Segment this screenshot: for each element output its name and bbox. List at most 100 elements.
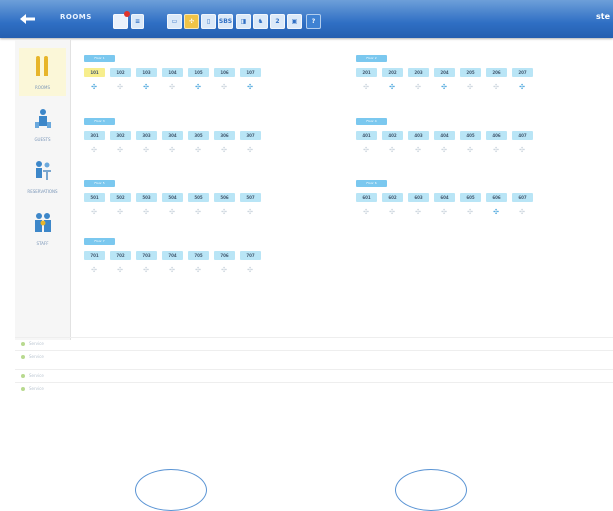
fan-icon[interactable]: ✣ xyxy=(518,146,526,154)
room-tile[interactable]: 106 xyxy=(214,68,235,77)
help-icon[interactable]: ? xyxy=(306,14,321,29)
floor-label[interactable]: Floor 2 xyxy=(356,55,387,62)
fan-icon[interactable]: ✣ xyxy=(246,146,254,154)
user-name[interactable]: ste xyxy=(596,12,610,21)
room-tile[interactable]: 203 xyxy=(408,68,429,77)
fan-icon[interactable]: ✣ xyxy=(194,146,202,154)
list-item[interactable]: Service xyxy=(15,369,613,383)
sbs-icon[interactable]: SBS xyxy=(218,14,233,29)
fan-icon[interactable]: ✣ xyxy=(142,146,150,154)
floor-label[interactable]: Floor 3 xyxy=(84,118,115,125)
room-tile[interactable]: 104 xyxy=(162,68,183,77)
list-icon[interactable]: ≡ xyxy=(131,14,144,29)
room-tile[interactable]: 304 xyxy=(162,131,183,140)
fan-icon[interactable]: ✣ xyxy=(492,83,500,91)
room-tile[interactable]: 306 xyxy=(214,131,235,140)
room-tile[interactable]: 107 xyxy=(240,68,261,77)
door-icon[interactable]: ▯ xyxy=(201,14,216,29)
room-tile[interactable]: 607 xyxy=(512,193,533,202)
sidebar-item-guests[interactable]: GUESTS xyxy=(19,100,66,148)
room-tile[interactable]: 703 xyxy=(136,251,157,260)
room-tile[interactable]: 706 xyxy=(214,251,235,260)
fan-icon[interactable]: ✣ xyxy=(518,83,526,91)
fan-icon[interactable]: ✣ xyxy=(90,83,98,91)
back-arrow-icon[interactable] xyxy=(20,14,36,24)
fan-icon[interactable]: ✣ xyxy=(90,266,98,274)
floor-label[interactable]: Floor 6 xyxy=(356,180,387,187)
fan-icon[interactable]: ✣ xyxy=(440,146,448,154)
room-tile[interactable]: 101 xyxy=(84,68,105,77)
room-tile[interactable]: 702 xyxy=(110,251,131,260)
alert-icon[interactable] xyxy=(113,11,130,29)
fan-icon[interactable]: ✣ xyxy=(220,208,228,216)
fan-icon[interactable]: ✣ xyxy=(168,146,176,154)
room-tile[interactable]: 505 xyxy=(188,193,209,202)
room-tile[interactable]: 503 xyxy=(136,193,157,202)
room-tile[interactable]: 307 xyxy=(240,131,261,140)
fan-icon[interactable]: ✣ xyxy=(142,83,150,91)
fan-icon[interactable]: ✣ xyxy=(440,83,448,91)
fan-icon[interactable]: ✣ xyxy=(168,208,176,216)
fan-icon[interactable]: ✣ xyxy=(116,146,124,154)
room-tile[interactable]: 103 xyxy=(136,68,157,77)
display-icon[interactable]: ▣ xyxy=(287,14,302,29)
room-tile[interactable]: 701 xyxy=(84,251,105,260)
fan-icon[interactable]: ✣ xyxy=(414,208,422,216)
fan-icon[interactable]: ✣ xyxy=(116,208,124,216)
fan-icon[interactable]: ✣ xyxy=(466,83,474,91)
floor-label[interactable]: Floor 5 xyxy=(84,180,115,187)
fan-icon[interactable]: ✣ xyxy=(492,146,500,154)
fan-icon[interactable]: ✣ xyxy=(388,83,396,91)
fan-icon[interactable]: ✣ xyxy=(184,14,199,29)
fan-icon[interactable]: ✣ xyxy=(142,208,150,216)
room-tile[interactable]: 407 xyxy=(512,131,533,140)
number-icon[interactable]: 2 xyxy=(270,14,285,29)
fan-icon[interactable]: ✣ xyxy=(90,208,98,216)
fan-icon[interactable]: ✣ xyxy=(518,208,526,216)
sidebar-item-rooms[interactable]: ROOMS xyxy=(19,48,66,96)
room-tile[interactable]: 504 xyxy=(162,193,183,202)
room-tile[interactable]: 202 xyxy=(382,68,403,77)
room-tile[interactable]: 507 xyxy=(240,193,261,202)
person-icon[interactable]: ♞ xyxy=(253,14,268,29)
fan-icon[interactable]: ✣ xyxy=(168,83,176,91)
room-tile[interactable]: 302 xyxy=(110,131,131,140)
room-tile[interactable]: 605 xyxy=(460,193,481,202)
fan-icon[interactable]: ✣ xyxy=(246,83,254,91)
fan-icon[interactable]: ✣ xyxy=(246,266,254,274)
fan-icon[interactable]: ✣ xyxy=(414,146,422,154)
fan-icon[interactable]: ✣ xyxy=(362,146,370,154)
fan-icon[interactable]: ✣ xyxy=(220,266,228,274)
room-tile[interactable]: 602 xyxy=(382,193,403,202)
room-tile[interactable]: 204 xyxy=(434,68,455,77)
room-tile[interactable]: 707 xyxy=(240,251,261,260)
room-tile[interactable]: 201 xyxy=(356,68,377,77)
list-item[interactable]: Service xyxy=(15,382,613,396)
room-tile[interactable]: 506 xyxy=(214,193,235,202)
fan-icon[interactable]: ✣ xyxy=(194,266,202,274)
room-tile[interactable]: 705 xyxy=(188,251,209,260)
sidebar-item-staff[interactable]: STAFF xyxy=(19,204,66,252)
fan-icon[interactable]: ✣ xyxy=(440,208,448,216)
fan-icon[interactable]: ✣ xyxy=(388,146,396,154)
room-tile[interactable]: 207 xyxy=(512,68,533,77)
room-tile[interactable]: 406 xyxy=(486,131,507,140)
fan-icon[interactable]: ✣ xyxy=(466,208,474,216)
room-tile[interactable]: 401 xyxy=(356,131,377,140)
fan-icon[interactable]: ✣ xyxy=(362,83,370,91)
room-tile[interactable]: 404 xyxy=(434,131,455,140)
room-tile[interactable]: 105 xyxy=(188,68,209,77)
fan-icon[interactable]: ✣ xyxy=(194,208,202,216)
room-tile[interactable]: 502 xyxy=(110,193,131,202)
fan-icon[interactable]: ✣ xyxy=(142,266,150,274)
fan-icon[interactable]: ✣ xyxy=(246,208,254,216)
floor-label[interactable]: Floor 7 xyxy=(84,238,115,245)
fan-icon[interactable]: ✣ xyxy=(220,83,228,91)
room-tile[interactable]: 402 xyxy=(382,131,403,140)
card-icon[interactable]: ▭ xyxy=(167,14,182,29)
list-item[interactable]: Service xyxy=(15,337,613,351)
floor-label[interactable]: Floor 4 xyxy=(356,118,387,125)
floor-label[interactable]: Floor 1 xyxy=(84,55,115,62)
room-tile[interactable]: 303 xyxy=(136,131,157,140)
fan-icon[interactable]: ✣ xyxy=(116,83,124,91)
